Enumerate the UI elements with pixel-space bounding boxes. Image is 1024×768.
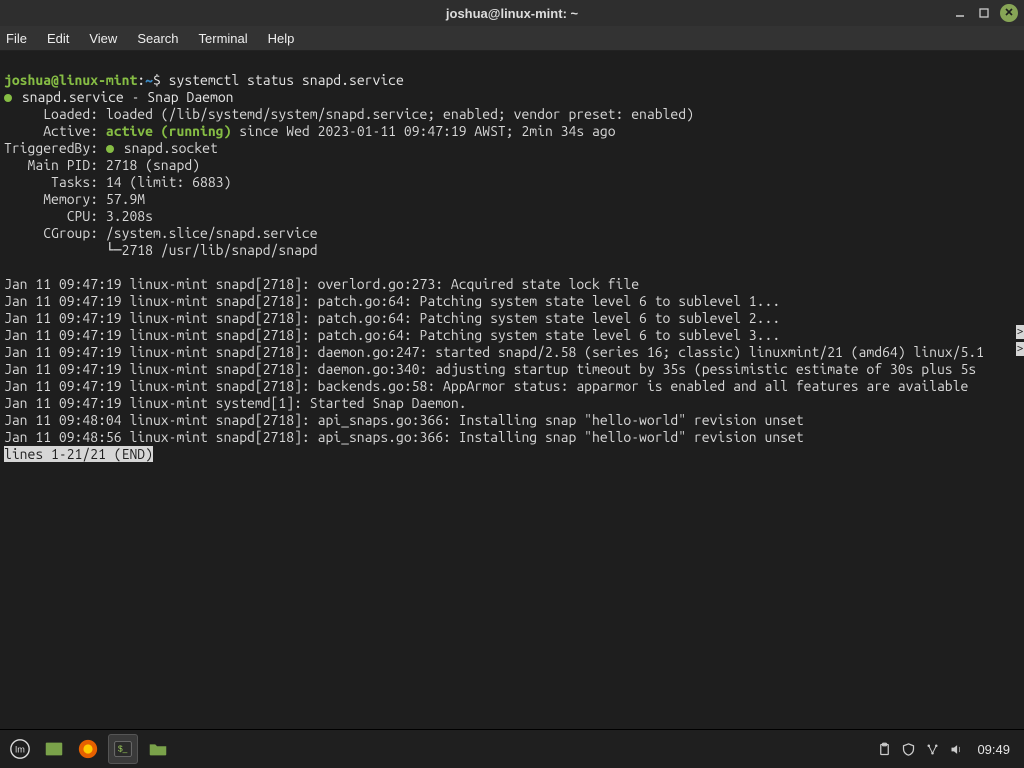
cpu-label: CPU:: [4, 208, 106, 224]
maximize-button[interactable]: [976, 5, 992, 21]
log-line: Jan 11 09:47:19 linux-mint snapd[2718]: …: [4, 361, 984, 377]
log-line: Jan 11 09:47:19 linux-mint snapd[2718]: …: [4, 293, 780, 309]
status-dot-icon: [4, 94, 12, 102]
mainpid-label: Main PID:: [4, 157, 106, 173]
window-title: joshua@linux-mint: ~: [446, 6, 578, 21]
unit-name: snapd.service - Snap Daemon: [22, 89, 234, 105]
log-line: Jan 11 09:47:19 linux-mint systemd[1]: S…: [4, 395, 467, 411]
tasks-value: 14 (limit: 6883): [106, 174, 231, 190]
pager-tail: lines 1-21/21 (END): [4, 446, 153, 462]
menu-view[interactable]: View: [89, 31, 117, 46]
command: systemctl status snapd.service: [169, 72, 404, 88]
scroll-indicator-icon[interactable]: >: [1016, 342, 1024, 356]
shield-icon[interactable]: [899, 740, 917, 758]
terminal-window: joshua@linux-mint: ~ File Edit View Sear…: [0, 0, 1024, 768]
clipboard-icon[interactable]: [875, 740, 893, 758]
taskbar: lm $_ 09:49: [0, 729, 1024, 768]
titlebar: joshua@linux-mint: ~: [0, 0, 1024, 26]
memory-value: 57.9M: [106, 191, 145, 207]
mainpid-value: 2718 (snapd): [106, 157, 200, 173]
status-dot2-icon: [106, 145, 114, 153]
log-line: Jan 11 09:47:19 linux-mint snapd[2718]: …: [4, 344, 984, 360]
prompt-colon: :: [137, 72, 145, 88]
loaded-label: Loaded:: [4, 106, 106, 122]
log-line: Jan 11 09:48:56 linux-mint snapd[2718]: …: [4, 429, 804, 445]
cpu-value: 3.208s: [106, 208, 153, 224]
network-icon[interactable]: [923, 740, 941, 758]
tasks-label: Tasks:: [4, 174, 106, 190]
log-line: Jan 11 09:47:19 linux-mint snapd[2718]: …: [4, 327, 780, 343]
prompt-dollar: $: [153, 72, 161, 88]
cgroup-child: └─2718 /usr/lib/snapd/snapd: [4, 242, 318, 258]
menu-edit[interactable]: Edit: [47, 31, 69, 46]
log-line: Jan 11 09:47:19 linux-mint snapd[2718]: …: [4, 378, 968, 394]
cgroup-value: /system.slice/snapd.service: [106, 225, 318, 241]
prompt-user-host: joshua@linux-mint: [4, 72, 137, 88]
prompt-path: ~: [145, 72, 153, 88]
loaded-value: loaded (/lib/systemd/system/snapd.servic…: [106, 106, 694, 122]
triggeredby-label: TriggeredBy:: [4, 140, 106, 156]
firefox-icon[interactable]: [74, 735, 102, 763]
log-line: Jan 11 09:47:19 linux-mint snapd[2718]: …: [4, 276, 639, 292]
active-label: Active:: [4, 123, 106, 139]
svg-text:$_: $_: [118, 744, 128, 754]
menu-search[interactable]: Search: [137, 31, 178, 46]
menu-help[interactable]: Help: [268, 31, 295, 46]
active-since: since Wed 2023-01-11 09:47:19 AWST; 2min…: [231, 123, 615, 139]
show-desktop-button[interactable]: [40, 735, 68, 763]
log-line: Jan 11 09:48:04 linux-mint snapd[2718]: …: [4, 412, 804, 428]
close-button[interactable]: [1000, 4, 1018, 22]
taskbar-terminal-button[interactable]: $_: [108, 734, 138, 764]
window-controls: [952, 0, 1018, 26]
cgroup-label: CGroup:: [4, 225, 106, 241]
svg-text:lm: lm: [15, 745, 25, 755]
active-state: active (running): [106, 123, 231, 139]
triggeredby-value: snapd.socket: [116, 140, 218, 156]
file-manager-icon[interactable]: [144, 735, 172, 763]
volume-icon[interactable]: [947, 740, 965, 758]
log-line: Jan 11 09:47:19 linux-mint snapd[2718]: …: [4, 310, 780, 326]
minimize-button[interactable]: [952, 5, 968, 21]
start-menu-button[interactable]: lm: [6, 735, 34, 763]
terminal-viewport[interactable]: joshua@linux-mint:~$ systemctl status sn…: [0, 51, 1024, 729]
clock-label[interactable]: 09:49: [977, 742, 1010, 757]
menu-file[interactable]: File: [6, 31, 27, 46]
scroll-indicator-icon[interactable]: >: [1016, 325, 1024, 339]
menubar: File Edit View Search Terminal Help: [0, 26, 1024, 51]
menu-terminal[interactable]: Terminal: [199, 31, 248, 46]
memory-label: Memory:: [4, 191, 106, 207]
